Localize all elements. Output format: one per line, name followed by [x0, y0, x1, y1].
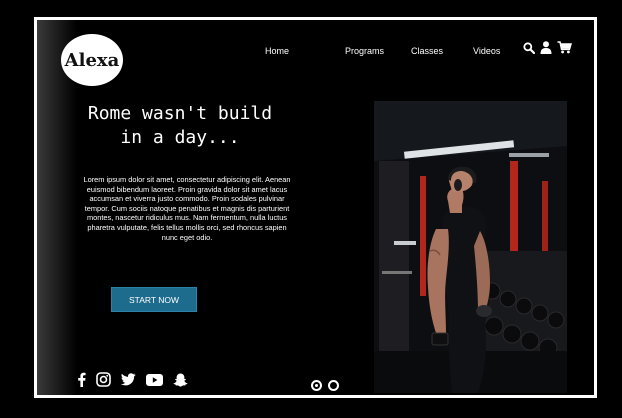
nav-programs[interactable]: Programs: [345, 46, 411, 56]
instagram-icon[interactable]: [96, 372, 111, 387]
search-icon[interactable]: [523, 41, 535, 54]
start-now-button[interactable]: START NOW: [111, 287, 197, 312]
carousel-dot-1[interactable]: [311, 380, 322, 391]
main-nav: Home Programs Classes Videos: [265, 46, 513, 56]
page-frame: Alexa Home Programs Classes Videos Rome …: [34, 17, 597, 398]
nav-videos[interactable]: Videos: [473, 46, 513, 56]
brand-logo[interactable]: Alexa: [61, 34, 123, 86]
facebook-icon[interactable]: [77, 372, 86, 387]
cart-icon[interactable]: [557, 41, 572, 54]
hero-body: Lorem ipsum dolor sit amet, consectetur …: [83, 175, 291, 242]
nav-home[interactable]: Home: [265, 46, 345, 56]
carousel-dots: [311, 380, 339, 391]
youtube-icon[interactable]: [146, 373, 163, 386]
brand-name: Alexa: [64, 49, 120, 71]
hero-image: [374, 101, 567, 393]
twitter-icon[interactable]: [121, 373, 136, 386]
gym-athlete-illustration: [374, 101, 567, 393]
social-links: [77, 372, 188, 387]
carousel-dot-2[interactable]: [328, 380, 339, 391]
header-icons: [523, 41, 572, 54]
hero-headline: Rome wasn't build in a day...: [87, 103, 273, 148]
snapchat-icon[interactable]: [173, 373, 188, 387]
nav-classes[interactable]: Classes: [411, 46, 473, 56]
user-icon[interactable]: [540, 41, 552, 54]
